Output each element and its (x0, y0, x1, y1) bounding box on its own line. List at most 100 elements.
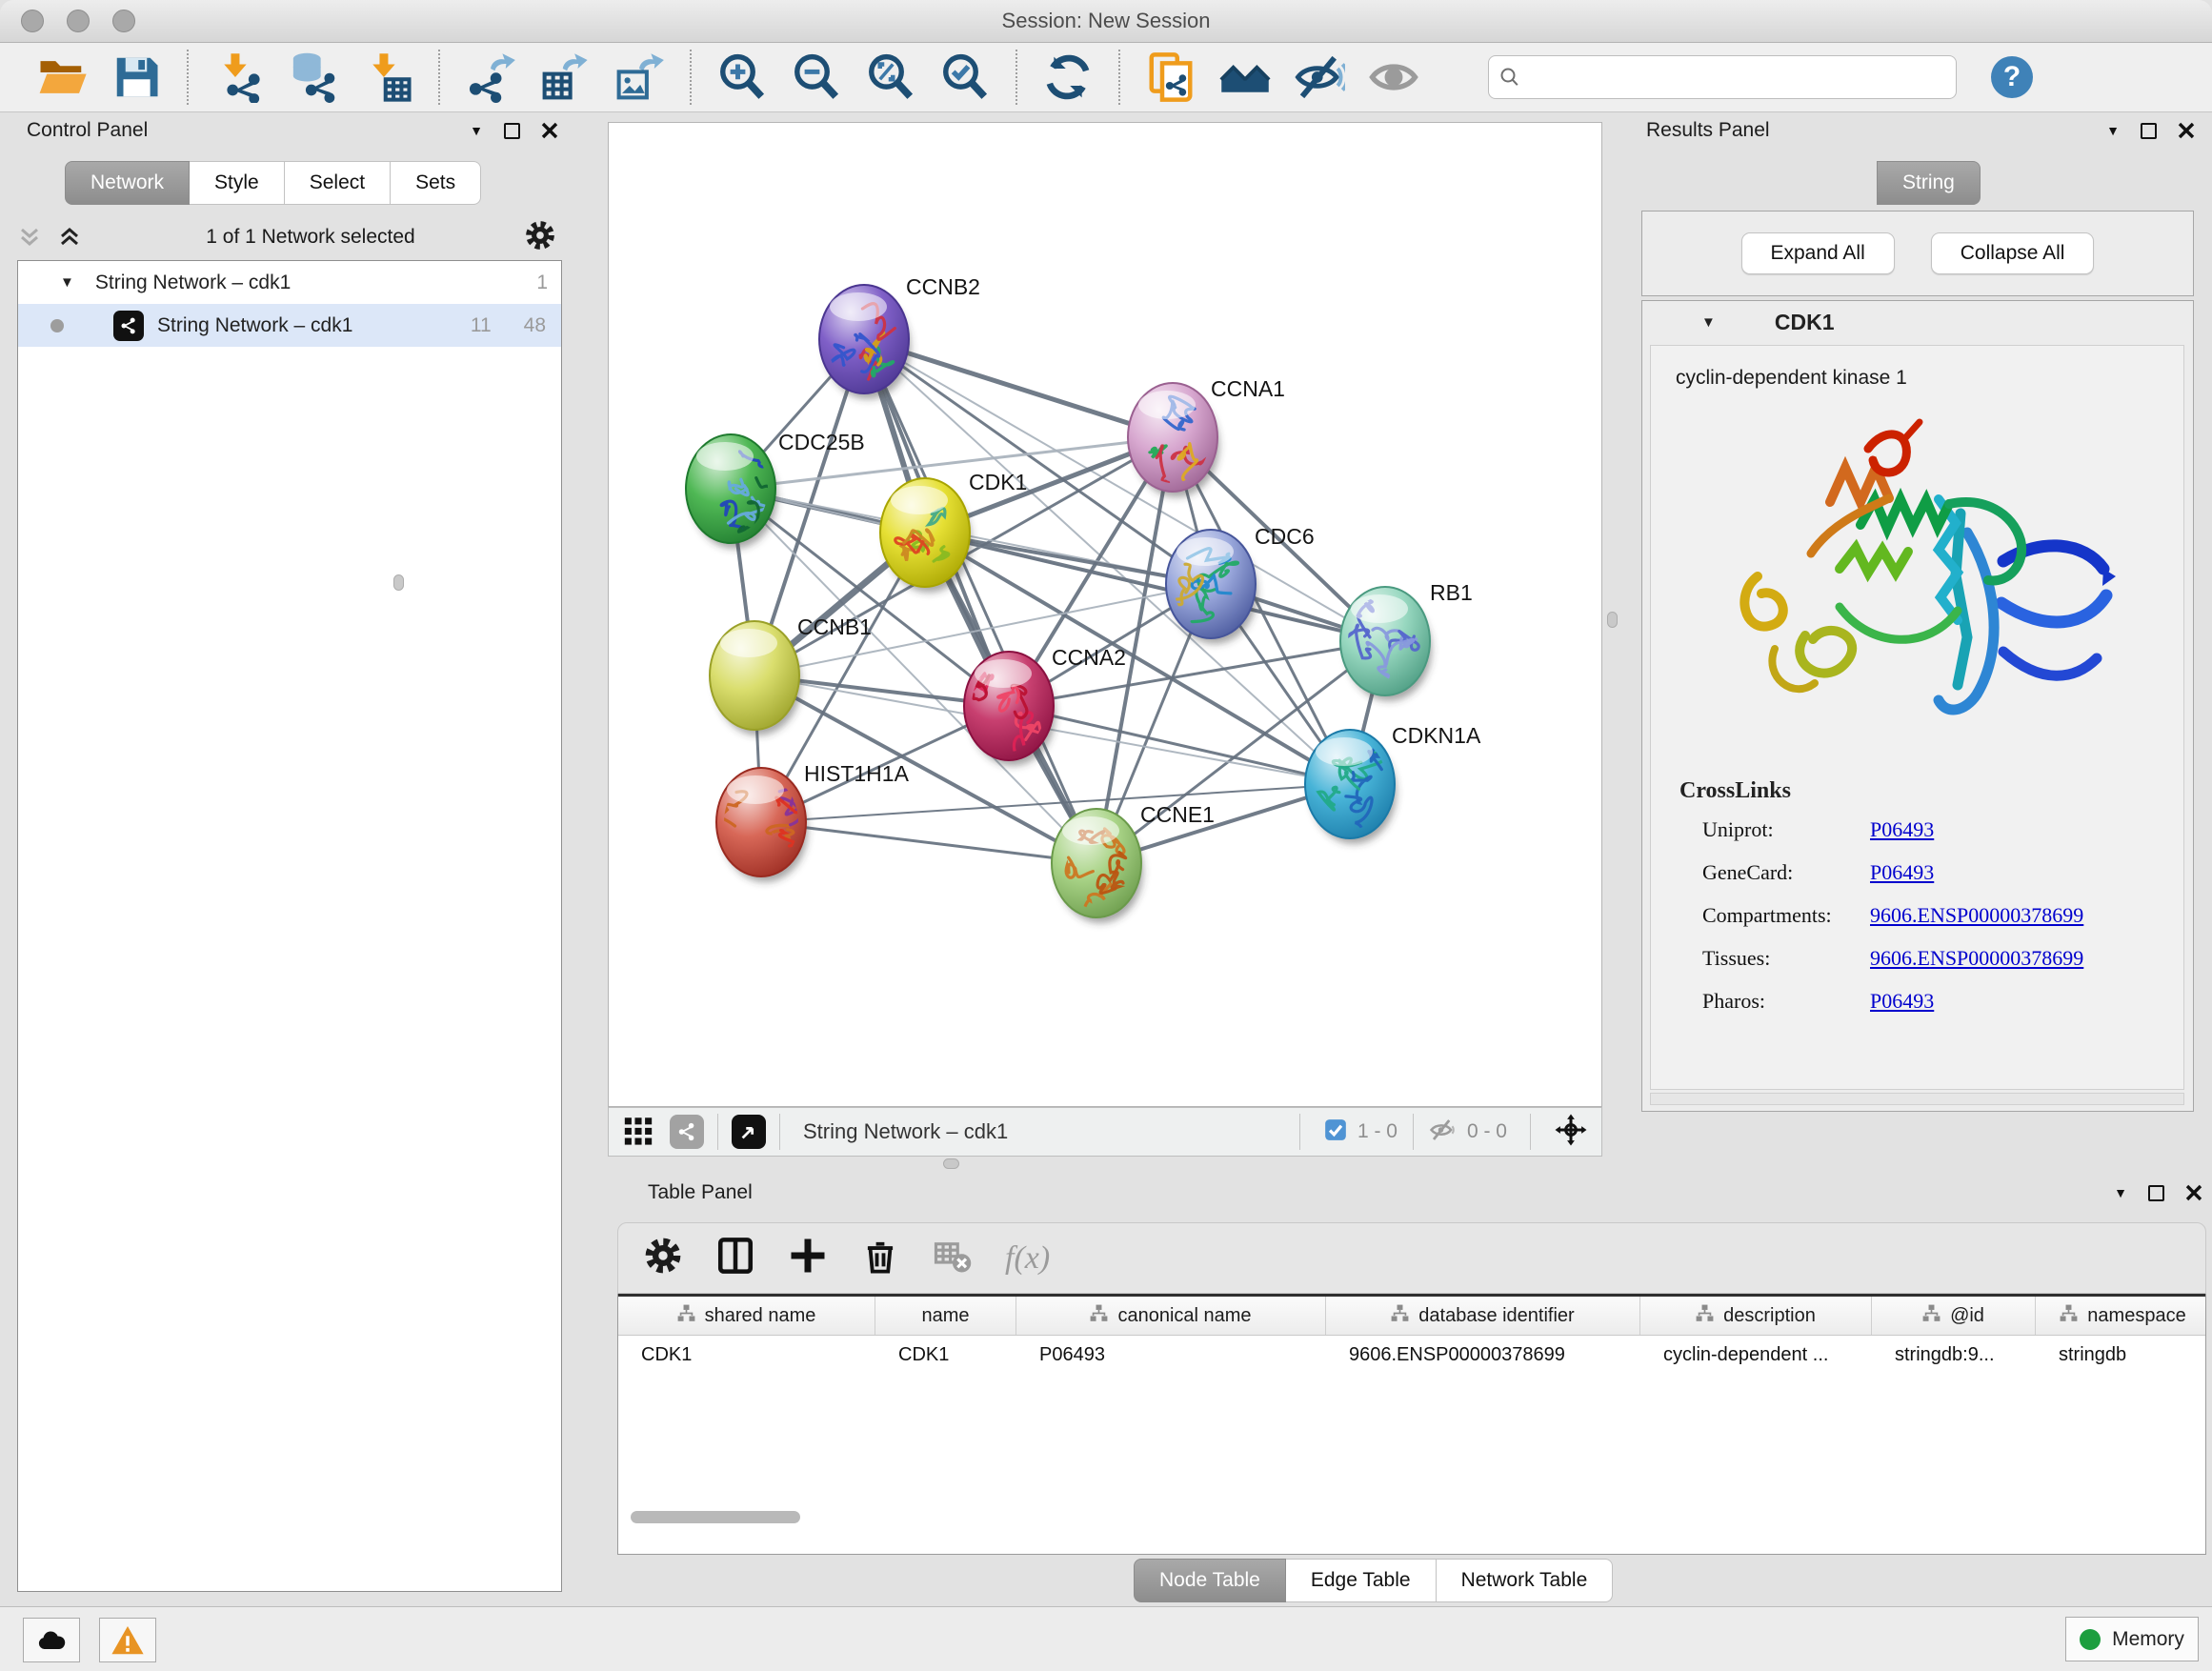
clone-network-button[interactable] (1141, 48, 1200, 107)
network-node-CCNA1[interactable] (1128, 383, 1219, 497)
crosslink-link[interactable]: P06493 (1870, 989, 1934, 1014)
maximize-panel-icon[interactable] (504, 123, 520, 139)
tree-collapse-icon[interactable]: ▼ (60, 274, 74, 291)
table-tab-edge-table[interactable]: Edge Table (1286, 1559, 1437, 1602)
bottom-splitter-handle[interactable] (943, 1158, 959, 1169)
selected-checkbox[interactable] (1323, 1117, 1348, 1147)
add-column-icon[interactable] (788, 1236, 828, 1280)
save-session-button[interactable] (107, 48, 166, 107)
crosslink-link[interactable]: 9606.ENSP00000378699 (1870, 946, 2083, 971)
column-header-namespace[interactable]: namespace (2036, 1297, 2206, 1335)
network-node-RB1[interactable] (1340, 587, 1432, 701)
network-canvas[interactable]: CCNB2CCNA1CDC25BCDK1CDC6RB1CCNB1CCNA2CDK… (608, 122, 1602, 1107)
delete-column-icon[interactable] (860, 1236, 900, 1280)
import-table-file-button[interactable] (358, 48, 417, 107)
network-node-CDC6[interactable] (1166, 530, 1257, 644)
tab-select[interactable]: Select (285, 161, 391, 205)
network-list-icon[interactable] (670, 1115, 704, 1149)
reset-zoom-icon[interactable] (1554, 1113, 1588, 1152)
collapse-all-icon[interactable] (17, 226, 42, 249)
zoom-out-button[interactable] (787, 48, 846, 107)
hide-panel-button[interactable] (1290, 48, 1349, 107)
network-node-CCNB1[interactable] (710, 621, 801, 735)
network-node-CCNA2[interactable] (963, 652, 1056, 766)
grid-view-icon[interactable] (622, 1114, 654, 1151)
column-header-canonical-name[interactable]: canonical name (1016, 1297, 1326, 1335)
table-cell[interactable]: cyclin-dependent ... (1640, 1336, 1872, 1376)
network-node-CDKN1A[interactable] (1305, 730, 1397, 844)
show-columns-icon[interactable] (715, 1236, 755, 1280)
open-session-button[interactable] (32, 48, 91, 107)
expand-all-button[interactable]: Expand All (1741, 232, 1895, 274)
network-tree-row[interactable]: String Network – cdk1 11 48 (18, 304, 561, 347)
right-splitter-handle[interactable] (1607, 612, 1618, 628)
table-tab-network-table[interactable]: Network Table (1437, 1559, 1614, 1602)
expand-all-icon[interactable] (57, 226, 82, 249)
zoom-selected-button[interactable] (935, 48, 995, 107)
column-header-description[interactable]: description (1640, 1297, 1872, 1335)
import-network-database-button[interactable] (284, 48, 343, 107)
warnings-button[interactable] (99, 1618, 156, 1662)
network-node-CDK1[interactable] (880, 478, 972, 593)
table-cell[interactable]: stringdb (2036, 1336, 2206, 1376)
table-row[interactable]: CDK1CDK1P064939606.ENSP00000378699cyclin… (618, 1336, 2205, 1376)
export-image-button[interactable] (610, 48, 669, 107)
column-header-shared-name[interactable]: shared name (618, 1297, 875, 1335)
crosslink-link[interactable]: P06493 (1870, 860, 1934, 885)
cloud-button[interactable] (23, 1618, 80, 1662)
close-panel-icon[interactable] (541, 122, 558, 139)
column-header-at-id[interactable]: @id (1872, 1297, 2036, 1335)
network-status-dot (50, 319, 64, 332)
refresh-layout-button[interactable] (1038, 48, 1097, 107)
column-header-name[interactable]: name (875, 1297, 1016, 1335)
zoom-in-button[interactable] (713, 48, 772, 107)
crosslink-link[interactable]: P06493 (1870, 817, 1934, 842)
birdseye-view-icon[interactable] (732, 1115, 766, 1149)
table-cell[interactable]: CDK1 (875, 1336, 1016, 1376)
delete-table-icon[interactable] (933, 1236, 973, 1280)
entry-collapse-icon[interactable]: ▼ (1701, 314, 1716, 331)
memory-button[interactable]: Memory (2065, 1617, 2199, 1661)
network-tree-root-row[interactable]: ▼ String Network – cdk1 1 (18, 261, 561, 304)
help-button[interactable]: ? (1991, 56, 2033, 98)
network-node-CCNE1[interactable] (1052, 809, 1143, 923)
left-splitter-handle[interactable] (393, 574, 404, 591)
float-panel-icon[interactable]: ▼ (2114, 1185, 2127, 1200)
tab-network[interactable]: Network (65, 161, 190, 205)
search-input[interactable] (1529, 67, 1946, 89)
table-tab-node-table[interactable]: Node Table (1134, 1559, 1286, 1602)
home-button[interactable] (1216, 48, 1275, 107)
export-table-button[interactable] (535, 48, 594, 107)
maximize-panel-icon[interactable] (2141, 123, 2157, 139)
network-node-CDC25B[interactable] (686, 434, 785, 549)
tab-sets[interactable]: Sets (391, 161, 481, 205)
close-panel-icon[interactable] (2185, 1184, 2202, 1201)
table-cell[interactable]: P06493 (1016, 1336, 1326, 1376)
results-scrollbar[interactable] (1650, 1093, 2184, 1105)
entry-header[interactable]: ▼ CDK1 (1642, 301, 2193, 343)
tab-style[interactable]: Style (190, 161, 285, 205)
table-options-gear-icon[interactable] (643, 1236, 683, 1280)
collapse-all-button[interactable]: Collapse All (1931, 232, 2095, 274)
float-panel-icon[interactable]: ▼ (470, 123, 483, 138)
table-cell[interactable]: CDK1 (618, 1336, 875, 1376)
network-node-CCNB2[interactable] (819, 285, 911, 399)
function-builder-icon[interactable]: f(x) (1005, 1240, 1050, 1277)
crosslink-link[interactable]: 9606.ENSP00000378699 (1870, 903, 2083, 928)
network-node-HIST1H1A[interactable] (716, 768, 814, 882)
maximize-panel-icon[interactable] (2148, 1185, 2164, 1201)
show-panel-button[interactable] (1364, 48, 1423, 107)
export-network-button[interactable] (461, 48, 520, 107)
import-network-file-button[interactable] (210, 48, 269, 107)
zoom-fit-button[interactable] (861, 48, 920, 107)
hscroll-thumb[interactable] (631, 1511, 800, 1523)
close-panel-icon[interactable] (2178, 122, 2195, 139)
hidden-eye-icon[interactable] (1429, 1116, 1458, 1149)
float-panel-icon[interactable]: ▼ (2106, 123, 2120, 138)
table-cell[interactable]: stringdb:9... (1872, 1336, 2036, 1376)
selected-counts: 1 - 0 (1357, 1120, 1398, 1143)
tab-string[interactable]: String (1877, 161, 1981, 205)
column-header-database-identifier[interactable]: database identifier (1326, 1297, 1640, 1335)
network-options-gear-icon[interactable] (524, 219, 556, 256)
table-cell[interactable]: 9606.ENSP00000378699 (1326, 1336, 1640, 1376)
